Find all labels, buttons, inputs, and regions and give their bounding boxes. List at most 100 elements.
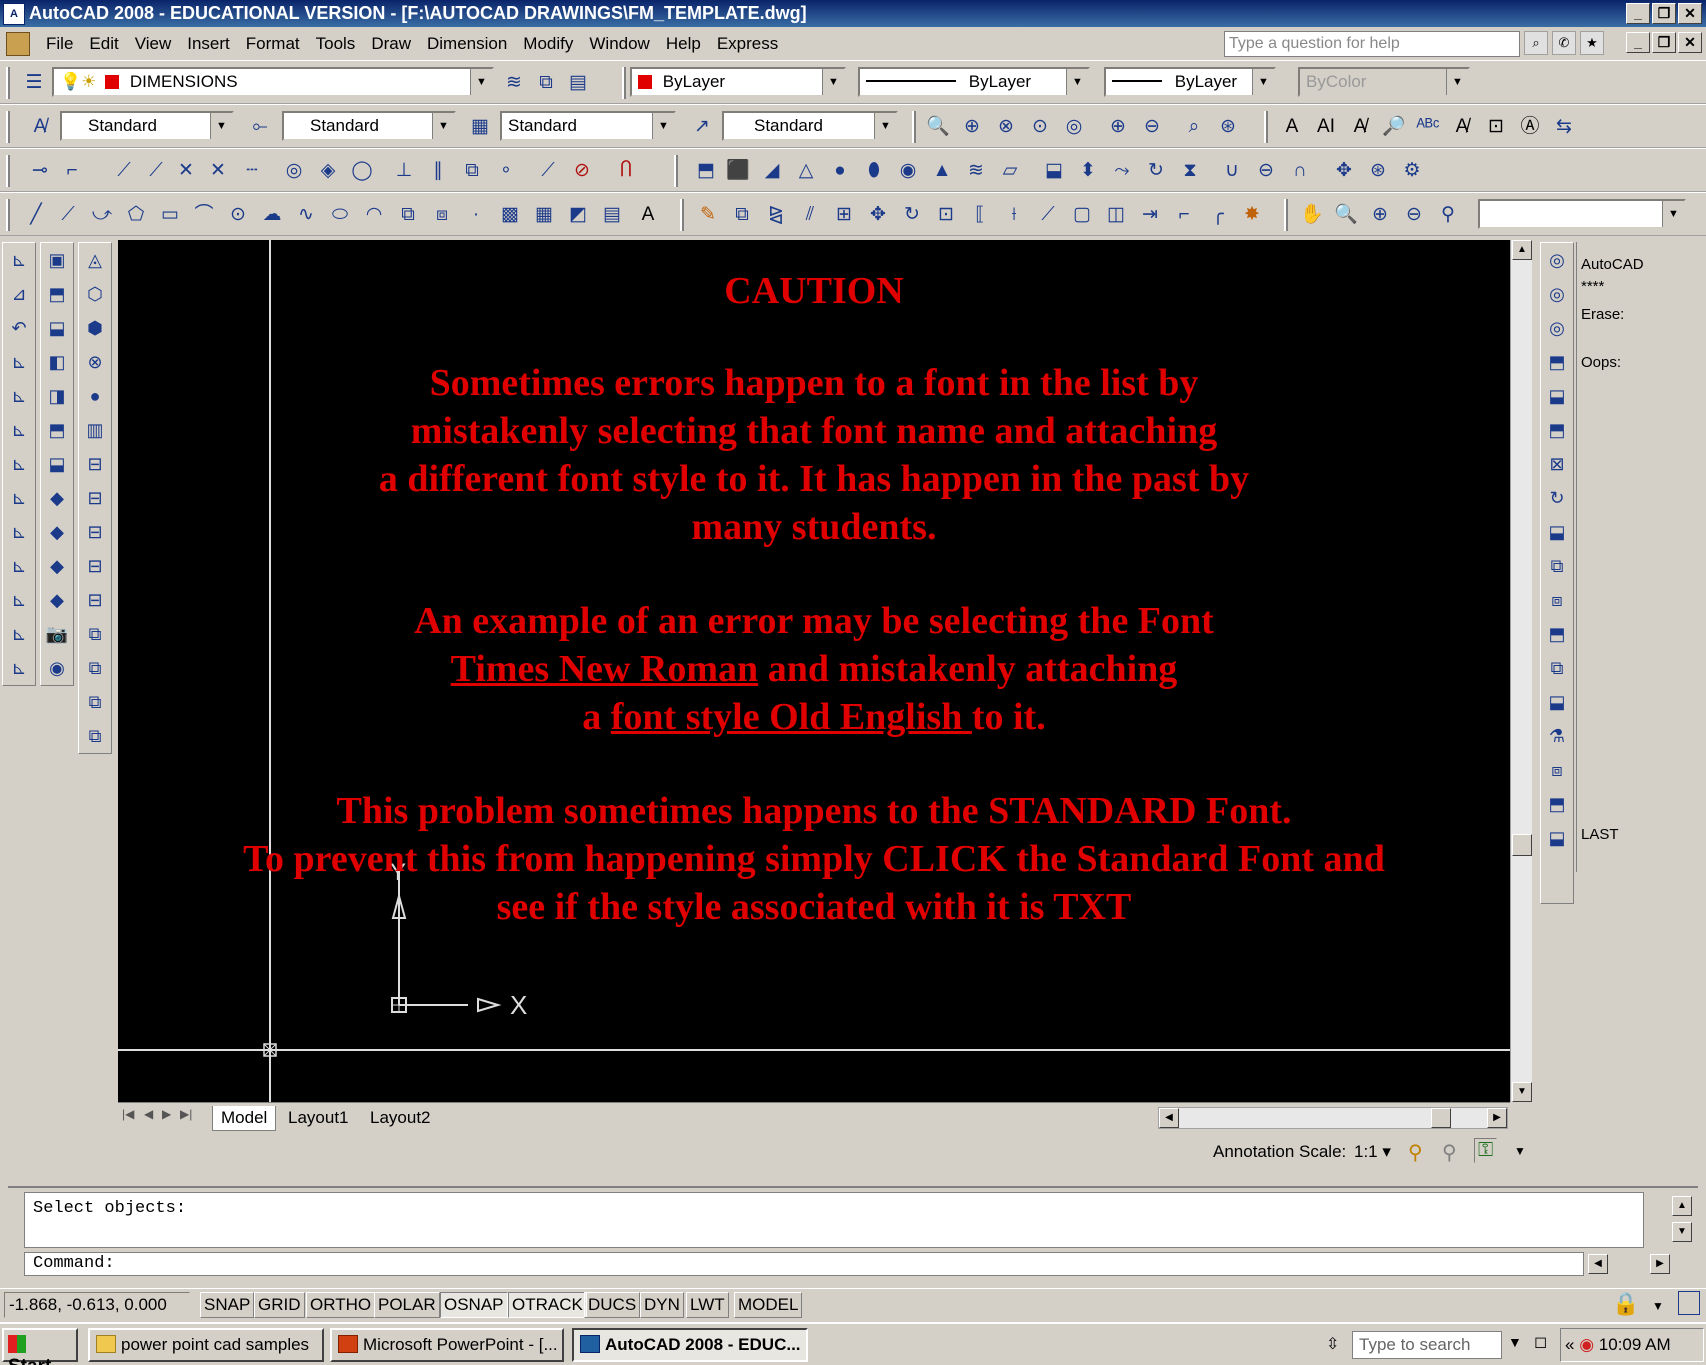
multileader-style-icon[interactable]: ↗ xyxy=(688,113,716,141)
command-input[interactable]: Command: xyxy=(24,1252,1584,1276)
3d-wireframe-icon[interactable]: ⬡ xyxy=(79,277,111,311)
bottom-view-icon[interactable]: ⬓ xyxy=(41,311,73,345)
zoom-center-icon[interactable]: ◎ xyxy=(1060,113,1088,141)
toolbar-grip[interactable] xyxy=(6,67,10,99)
dimension-radius-icon[interactable]: ⊟ xyxy=(79,583,111,617)
toolbar-grip[interactable] xyxy=(1284,199,1288,231)
snap-center-icon[interactable]: ◎ xyxy=(280,157,308,185)
se-iso-view-icon[interactable]: ◆ xyxy=(41,515,73,549)
lwt-toggle[interactable]: LWT xyxy=(686,1292,729,1318)
imprint-icon[interactable]: ⬓ xyxy=(1541,685,1573,719)
color-dropdown[interactable]: ByLayer ▼ xyxy=(630,67,846,97)
snap-apparent-intersection-icon[interactable]: ✕ xyxy=(204,157,232,185)
menu-format[interactable]: Format xyxy=(238,34,308,54)
osnap-settings-icon[interactable]: Ⴖ xyxy=(612,157,640,185)
taskbar-search-input[interactable]: Type to search xyxy=(1352,1331,1502,1359)
table-style-dropdown[interactable]: Standard ▼ xyxy=(500,111,676,141)
move-faces-icon[interactable]: ⬓ xyxy=(1541,379,1573,413)
shell-icon[interactable]: ⬒ xyxy=(1541,787,1573,821)
z-rotate-ucs-icon[interactable]: ⊾ xyxy=(3,617,35,651)
polyline-icon[interactable]: ⤻ xyxy=(88,201,116,229)
minimize-button[interactable]: _ xyxy=(1626,3,1650,24)
clean-screen-icon[interactable] xyxy=(1678,1291,1700,1315)
offset-icon[interactable]: ⫽ xyxy=(796,201,824,229)
rotate-icon[interactable]: ↻ xyxy=(898,201,926,229)
search-options-icon[interactable]: ◻ xyxy=(1534,1332,1547,1352)
scroll-left-arrow-icon[interactable]: ◀ xyxy=(1159,1108,1179,1128)
menu-help[interactable]: Help xyxy=(658,34,709,54)
top-view-icon[interactable]: ⬒ xyxy=(41,277,73,311)
3d-align-icon[interactable]: ⚙ xyxy=(1398,157,1426,185)
break-at-point-icon[interactable]: ▢ xyxy=(1068,201,1096,229)
revision-cloud-icon[interactable]: ☁ xyxy=(258,201,286,229)
object-ucs-icon[interactable]: ⊾ xyxy=(3,379,35,413)
document-menu-icon[interactable] xyxy=(6,32,30,56)
scroll-thumb-horizontal[interactable] xyxy=(1431,1108,1451,1128)
osnap-toggle[interactable]: OSNAP xyxy=(440,1292,508,1318)
table-icon[interactable]: ▤ xyxy=(598,201,626,229)
menu-tools[interactable]: Tools xyxy=(308,34,364,54)
construction-line-icon[interactable]: ⟋ xyxy=(54,201,82,229)
dimension-ordinate-icon[interactable]: ⊟ xyxy=(79,549,111,583)
layer-dropdown[interactable]: 💡☀ DIMENSIONS ▼ xyxy=(52,67,494,97)
named-view-dropdown[interactable]: ▼ xyxy=(1478,199,1686,229)
clean-icon[interactable]: ⚗ xyxy=(1541,719,1573,753)
zoom-window-std-icon[interactable]: ⊕ xyxy=(1366,201,1394,229)
draw-order-icon[interactable]: ⧉ xyxy=(79,651,111,685)
edit-text-icon[interactable]: A̸ xyxy=(1346,113,1374,141)
menu-file[interactable]: File xyxy=(38,34,81,54)
drawing-canvas[interactable]: Y X CAUTION Sometimes errors happen to a… xyxy=(118,240,1510,1102)
back-view-icon[interactable]: ⬓ xyxy=(41,447,73,481)
pyramid-icon[interactable]: ▲ xyxy=(928,157,956,185)
rotate-faces-icon[interactable]: ↻ xyxy=(1541,481,1573,515)
left-view-icon[interactable]: ◧ xyxy=(41,345,73,379)
snap-midpoint-icon[interactable]: ⟋ xyxy=(142,157,170,185)
rectangle-icon[interactable]: ▭ xyxy=(156,201,184,229)
cmd-scroll-right-icon[interactable]: ▶ xyxy=(1650,1254,1670,1274)
scroll-right-arrow-icon[interactable]: ▶ xyxy=(1487,1108,1507,1128)
scroll-up-arrow-icon[interactable]: ▲ xyxy=(1512,240,1532,260)
polar-toggle[interactable]: POLAR xyxy=(374,1292,440,1318)
dimension-linear-icon[interactable]: ⊟ xyxy=(79,447,111,481)
grid-toggle[interactable]: GRID xyxy=(254,1292,305,1318)
view-ucs-icon[interactable]: ⊾ xyxy=(3,413,35,447)
zoom-window-icon[interactable]: ⊕ xyxy=(958,113,986,141)
status-menu-arrow-icon[interactable]: ▼ xyxy=(1514,1144,1526,1158)
snap-from-icon[interactable]: ⌐ xyxy=(58,157,86,185)
cylinder-icon[interactable]: ⬮ xyxy=(860,157,888,185)
sw-iso-view-icon[interactable]: ◆ xyxy=(41,481,73,515)
origin-ucs-icon[interactable]: ⊾ xyxy=(3,447,35,481)
zoom-in-icon[interactable]: ⊕ xyxy=(1104,113,1132,141)
help-search-input[interactable]: Type a question for help xyxy=(1224,31,1520,57)
menu-dimension[interactable]: Dimension xyxy=(419,34,515,54)
autocad-app-icon[interactable]: A xyxy=(3,2,25,25)
menu-modify[interactable]: Modify xyxy=(515,34,581,54)
3d-hidden-icon[interactable]: ⬢ xyxy=(79,311,111,345)
cmd-scroll-left-icon[interactable]: ◀ xyxy=(1588,1254,1608,1274)
lineweight-dropdown[interactable]: ByLayer ▼ xyxy=(1104,67,1276,97)
text-style-manager-icon[interactable]: A̸ xyxy=(1448,113,1476,141)
multiline-text-icon[interactable]: A xyxy=(1278,113,1306,141)
planar-surface-icon[interactable]: ▱ xyxy=(996,157,1024,185)
linetype-dropdown[interactable]: ByLayer ▼ xyxy=(858,67,1090,97)
menu-view[interactable]: View xyxy=(127,34,180,54)
conceptual-icon[interactable]: ● xyxy=(79,379,111,413)
polysolid-icon[interactable]: ⬒ xyxy=(692,157,720,185)
scale-text-icon[interactable]: ⊡ xyxy=(1482,113,1510,141)
move-icon[interactable]: ✥ xyxy=(864,201,892,229)
line-icon[interactable]: ╱ xyxy=(22,201,50,229)
annotation-scale-dropdown[interactable]: 1:1 ▾ xyxy=(1354,1142,1391,1162)
last-tab-arrow-icon[interactable]: ▶| xyxy=(180,1107,192,1121)
world-ucs-icon[interactable]: ⊿ xyxy=(3,277,35,311)
toolbar-grip[interactable] xyxy=(6,155,10,187)
help-search-icon[interactable]: ⌕ xyxy=(1524,31,1548,55)
convert-distance-icon[interactable]: ⇆ xyxy=(1550,113,1578,141)
erase-icon[interactable]: ✎ xyxy=(694,201,722,229)
ucs-icon[interactable]: ⊾ xyxy=(3,243,35,277)
menu-draw[interactable]: Draw xyxy=(363,34,419,54)
camera-icon[interactable]: 📷 xyxy=(41,617,73,651)
ellipse-icon[interactable]: ⬭ xyxy=(326,201,354,229)
z-axis-vector-ucs-icon[interactable]: ⊾ xyxy=(3,481,35,515)
menu-edit[interactable]: Edit xyxy=(81,34,126,54)
taper-faces-icon[interactable]: ⬓ xyxy=(1541,515,1573,549)
